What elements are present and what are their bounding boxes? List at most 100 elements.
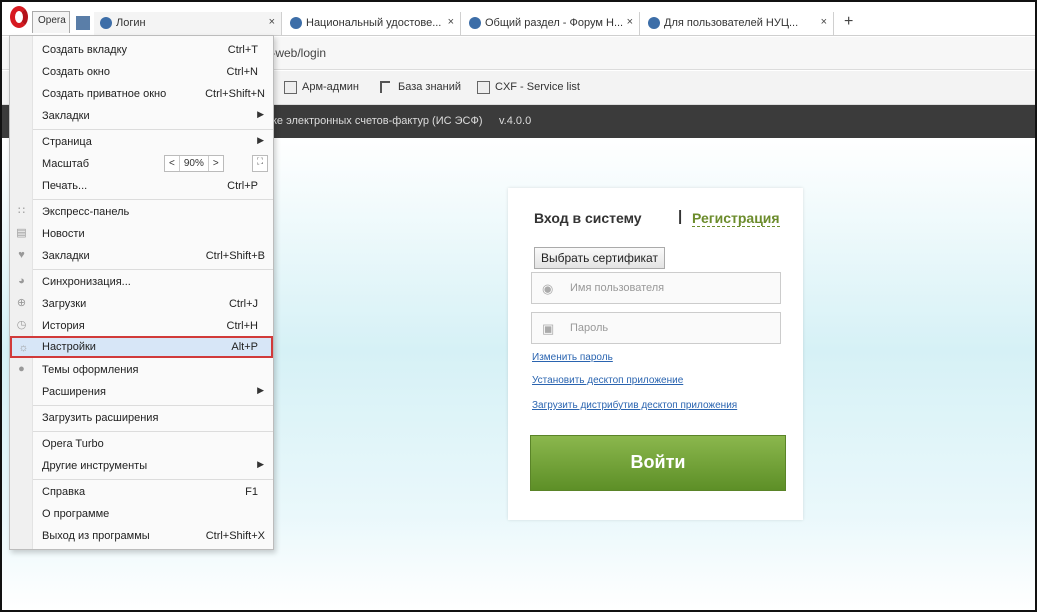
opera-menu-button[interactable]: Opera [32,11,70,33]
menu-item-speed-dial[interactable]: ∷ Экспресс-панель [10,201,273,223]
menu-item-label: Создать вкладку [42,44,128,56]
clock-icon: ◷ [16,319,27,331]
menu-item-label: Масштаб [42,158,90,170]
menu-item-label: Расширения [42,386,106,398]
tab-nuc-users[interactable]: Для пользователей НУЦ... × [642,12,834,35]
app-name: ке электронных счетов-фактур (ИС ЭСФ) [272,115,483,127]
menu-item-about[interactable]: О программе [10,503,273,525]
tab-national-certificate[interactable]: Национальный удостове... × [284,12,461,35]
username-placeholder: Имя пользователя [570,282,665,294]
menu-item-label: Справка [42,486,86,498]
menu-item-downloads[interactable]: ⊕ Загрузки Ctrl+J [10,293,273,315]
menu-item-themes[interactable]: ● Темы оформления [10,359,273,381]
menu-item-shortcut: Ctrl+P [227,180,258,192]
menu-item-label: Экспресс-панель [42,206,130,218]
bookmark-favicon-icon [477,81,490,94]
bookmark-favicon-icon [284,81,297,94]
menu-item-help[interactable]: Справка F1 [10,481,273,503]
menu-item-label: О программе [42,508,110,520]
menu-separator [33,405,273,406]
login-title: Вход в систему [534,210,642,226]
opera-main-menu: Создать вкладку Ctrl+T Создать окно Ctrl… [9,35,274,550]
menu-item-shortcut: Alt+P [231,341,258,353]
tab-label: Для пользователей НУЦ... [664,17,799,29]
zoom-in-button[interactable]: > [209,156,223,171]
pinned-tab-icon[interactable] [76,16,90,30]
menu-item-history[interactable]: ◷ История Ctrl+H [10,315,273,337]
menu-item-zoom: Масштаб <90% > ⛶ [10,153,273,175]
document-icon [380,81,390,93]
submenu-arrow-icon: ▶ [257,385,264,395]
menu-item-label: Создать окно [42,66,110,78]
select-certificate-button[interactable]: Выбрать сертификат [534,247,665,269]
zoom-control: <90% > [164,155,224,172]
menu-item-label: Загрузить расширения [42,412,159,424]
menu-item-label: Закладки [42,110,90,122]
menu-item-new-window[interactable]: Создать окно Ctrl+N [10,61,273,83]
menu-item-print[interactable]: Печать... Ctrl+P [10,175,273,197]
tab-close-icon[interactable]: × [269,16,275,28]
menu-item-exit[interactable]: Выход из программы Ctrl+Shift+X [10,525,273,547]
tab-close-icon[interactable]: × [627,16,633,28]
menu-item-get-extensions[interactable]: Загрузить расширения [10,407,273,429]
menu-item-shortcut: Ctrl+T [227,44,258,56]
tab-favicon-icon [290,17,302,29]
tab-forum[interactable]: Общий раздел - Форум Н... × [463,12,640,35]
menu-item-bookmarks[interactable]: ♥ Закладки Ctrl+Shift+B [10,245,273,267]
new-tab-button[interactable]: + [844,13,853,31]
tab-close-icon[interactable]: × [821,16,827,28]
menu-separator [33,199,273,200]
menu-item-label: История [42,320,85,332]
password-field[interactable]: ▣ Пароль [531,312,781,344]
menu-item-label: Синхронизация... [42,276,131,288]
speed-dial-icon: ∷ [18,205,25,217]
login-panel: Вход в систему | Регистрация Выбрать сер… [508,188,803,520]
sync-icon: ◕ [18,275,25,287]
menu-item-settings[interactable]: ☼ Настройки Alt+P [10,336,273,358]
submenu-arrow-icon: ▶ [257,459,264,469]
menu-separator [33,431,273,432]
menu-item-sync[interactable]: ◕ Синхронизация... [10,271,273,293]
tab-label: Общий раздел - Форум Н... [485,17,624,29]
menu-item-new-tab[interactable]: Создать вкладку Ctrl+T [10,39,273,61]
menu-item-shortcut: Ctrl+N [226,66,258,78]
menu-item-new-private-window[interactable]: Создать приватное окно Ctrl+Shift+N [10,83,273,105]
menu-item-label: Выход из программы [42,530,150,542]
menu-item-extensions[interactable]: Расширения ▶ [10,381,273,403]
drop-icon: ● [18,363,25,375]
install-desktop-app-link[interactable]: Установить десктоп приложение [532,375,683,386]
change-password-link[interactable]: Изменить пароль [532,352,613,363]
menu-item-news[interactable]: ▤ Новости [10,223,273,245]
login-button[interactable]: Войти [530,435,786,491]
menu-item-label: Закладки [42,250,90,262]
lock-icon: ▣ [542,321,555,336]
url-text[interactable]: f-web/login [268,46,326,60]
menu-item-shortcut: F1 [245,486,258,498]
news-icon: ▤ [16,227,27,239]
menu-item-bookmarks-submenu[interactable]: Закладки ▶ [10,105,273,127]
password-placeholder: Пароль [570,322,609,334]
download-desktop-distributive-link[interactable]: Загрузить дистрибутив десктоп приложения [532,400,737,411]
bookmark-knowledge-base[interactable]: База знаний [380,81,461,93]
username-field[interactable]: ◉ Имя пользователя [531,272,781,304]
menu-item-other-tools[interactable]: Другие инструменты ▶ [10,455,273,477]
bookmark-label: База знаний [398,81,462,93]
opera-logo-icon[interactable] [10,6,28,28]
tab-close-icon[interactable]: × [448,16,454,28]
menu-item-page[interactable]: Страница ▶ [10,131,273,153]
menu-item-label: Печать... [42,180,88,192]
menu-item-label: Загрузки [42,298,87,310]
register-link[interactable]: Регистрация [692,210,780,227]
tab-strip: Opera Логин × Национальный удостове... ×… [2,6,1035,36]
menu-item-label: Opera Turbo [42,438,104,450]
menu-item-label: Другие инструменты [42,460,148,472]
menu-item-label: Новости [42,228,85,240]
tab-login[interactable]: Логин × [94,12,282,35]
bookmark-cxf-service-list[interactable]: CXF - Service list [477,81,580,94]
tab-favicon-icon [469,17,481,29]
bookmark-arm-admin[interactable]: Арм-админ [284,81,359,94]
submenu-arrow-icon: ▶ [257,135,264,145]
fullscreen-icon[interactable]: ⛶ [252,155,268,172]
zoom-out-button[interactable]: < [165,156,180,171]
menu-item-opera-turbo[interactable]: Opera Turbo [10,433,273,455]
